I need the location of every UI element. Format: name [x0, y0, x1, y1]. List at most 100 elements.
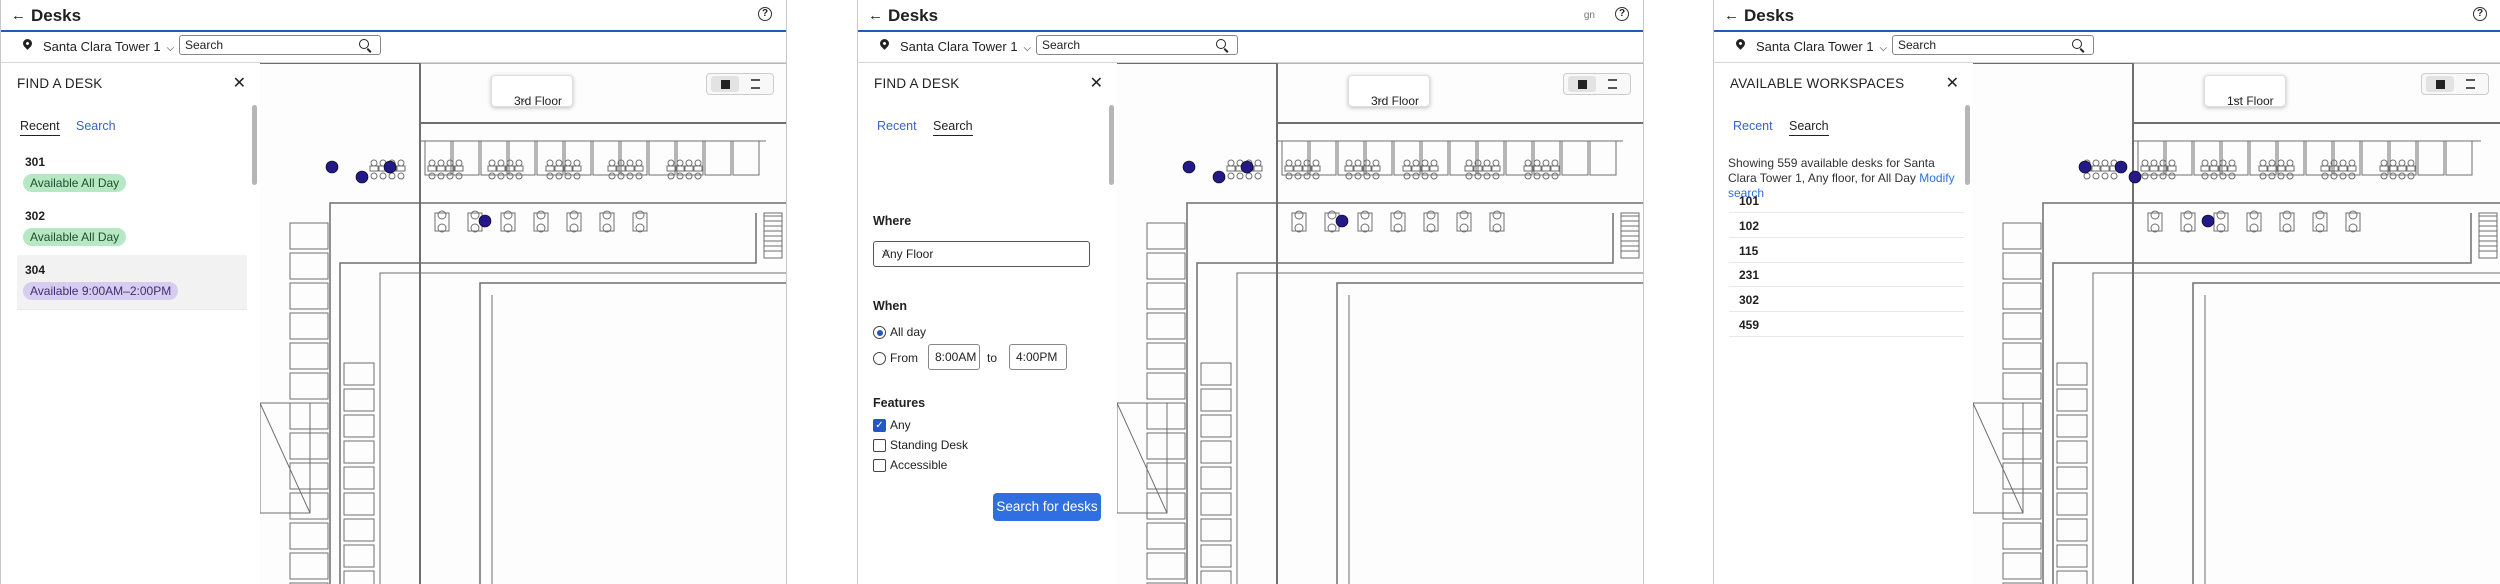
back-arrow-icon[interactable]: ←: [1724, 7, 1739, 24]
from-time-field[interactable]: 8:00AM: [928, 344, 980, 370]
list-view-button[interactable]: [2456, 76, 2484, 92]
result-row[interactable]: 115: [1729, 239, 1964, 263]
result-row[interactable]: 302: [1729, 288, 1964, 312]
side-room: [1146, 522, 1186, 550]
help-icon[interactable]: ?: [1615, 7, 1629, 21]
tab-search[interactable]: Search: [933, 119, 973, 136]
chair: [2348, 210, 2358, 220]
available-desk-marker: [355, 170, 369, 184]
chair: [2216, 210, 2226, 220]
scrollbar[interactable]: [1965, 105, 1970, 185]
chair: [685, 172, 693, 180]
floor-map[interactable]: 3rd Floor ⌵: [260, 63, 786, 584]
to-label: to: [987, 351, 998, 365]
list-view-button[interactable]: [1598, 76, 1626, 92]
side-room: [1200, 466, 1232, 490]
building-selector[interactable]: Santa Clara Tower 1 ⌵: [1756, 39, 1887, 54]
side-room: [289, 492, 329, 520]
map-view-button[interactable]: [2426, 76, 2454, 92]
tab-recent[interactable]: Recent: [20, 119, 60, 136]
building-selector[interactable]: Santa Clara Tower 1 ⌵: [43, 39, 174, 54]
desk: [607, 165, 617, 172]
search-icon[interactable]: [2072, 39, 2082, 49]
building-selector[interactable]: Santa Clara Tower 1 ⌵: [900, 39, 1031, 54]
close-icon[interactable]: ✕: [1946, 73, 1959, 93]
close-icon[interactable]: ✕: [1090, 73, 1103, 93]
result-row[interactable]: 231: [1729, 263, 1964, 287]
workspaces-sidebar: AVAILABLE WORKSPACES ✕ Recent Search Sho…: [1714, 63, 1974, 584]
tab-recent[interactable]: Recent: [877, 119, 917, 133]
chair: [1345, 159, 1353, 167]
tab-recent[interactable]: Recent: [1733, 119, 1773, 133]
chair: [2286, 159, 2294, 167]
search-input[interactable]: [185, 37, 345, 52]
desk-pod: [1390, 212, 1406, 232]
search-box[interactable]: [179, 35, 381, 55]
floor-selector[interactable]: 3rd Floor ⌵: [1348, 75, 1430, 108]
search-box[interactable]: [1036, 35, 1238, 55]
result-row[interactable]: 459: [1729, 313, 1964, 337]
map-view-button[interactable]: [1568, 76, 1596, 92]
feature-accessible-checkbox[interactable]: [873, 459, 886, 472]
desk: [1311, 165, 1321, 172]
desk: [487, 165, 497, 172]
back-arrow-icon[interactable]: ←: [11, 7, 26, 24]
floor-selector[interactable]: 1st Floor ⌵: [2204, 75, 2286, 108]
chair: [573, 172, 581, 180]
desk: [396, 165, 406, 172]
desk: [2091, 165, 2101, 172]
side-room: [343, 362, 375, 386]
side-room: [2056, 518, 2088, 542]
scrollbar[interactable]: [1109, 105, 1114, 185]
result-row[interactable]: 102: [1729, 214, 1964, 238]
feature-standing-desk-checkbox[interactable]: [873, 439, 886, 452]
search-icon[interactable]: [1216, 39, 1226, 49]
help-icon[interactable]: ?: [758, 7, 772, 21]
sidebar-title: FIND A DESK: [874, 76, 960, 91]
side-room: [289, 432, 329, 460]
to-time-field[interactable]: 4:00PM: [1009, 344, 1067, 370]
floor-map[interactable]: 1st Floor ⌵: [1973, 63, 2500, 584]
search-for-desks-button[interactable]: Search for desks: [993, 493, 1101, 521]
search-input[interactable]: [1898, 37, 2058, 52]
scrollbar[interactable]: [252, 105, 257, 185]
close-icon[interactable]: ✕: [233, 73, 246, 93]
chair: [2159, 172, 2167, 180]
view-toggle: [706, 73, 774, 95]
search-icon[interactable]: [359, 39, 369, 49]
help-icon[interactable]: ?: [2473, 7, 2487, 21]
available-desk-marker: [383, 160, 397, 174]
desk-number: 302: [25, 209, 46, 223]
search-box[interactable]: [1892, 35, 2094, 55]
back-arrow-icon[interactable]: ←: [868, 7, 883, 24]
recent-desk-card[interactable]: 301 Available All Day: [17, 147, 247, 202]
chair: [667, 159, 675, 167]
desk-pod: [2147, 212, 2163, 232]
tab-search[interactable]: Search: [1789, 119, 1829, 136]
map-view-button[interactable]: [711, 76, 739, 92]
side-room: [343, 440, 375, 464]
feature-any-checkbox[interactable]: ✓: [873, 419, 886, 432]
summary-text: Showing 559 available desks for Santa Cl…: [1728, 156, 1935, 185]
desk: [2379, 165, 2389, 172]
recent-desk-card[interactable]: 304 Available 9:00AM–2:00PM: [17, 255, 247, 310]
chair: [564, 172, 572, 180]
chair: [2168, 172, 2176, 180]
side-room: [1200, 544, 1232, 568]
recent-desk-card[interactable]: 302 Available All Day: [17, 201, 247, 256]
chair: [564, 159, 572, 167]
floor-map[interactable]: 3rd Floor ⌵: [1117, 63, 1643, 584]
chair: [1254, 159, 1262, 167]
floor-dropdown[interactable]: Any Floor ⌵: [873, 241, 1090, 267]
all-day-radio[interactable]: [873, 326, 886, 339]
floor-selector[interactable]: 3rd Floor ⌵: [491, 75, 573, 108]
view-toggle: [1563, 73, 1631, 95]
result-row[interactable]: 101: [1729, 189, 1964, 213]
side-room: [1146, 372, 1186, 400]
search-input[interactable]: [1042, 37, 1202, 52]
tab-search[interactable]: Search: [76, 119, 116, 133]
from-radio[interactable]: [873, 352, 886, 365]
location-pin-icon: [878, 37, 891, 50]
chair: [536, 210, 546, 220]
list-view-button[interactable]: [741, 76, 769, 92]
